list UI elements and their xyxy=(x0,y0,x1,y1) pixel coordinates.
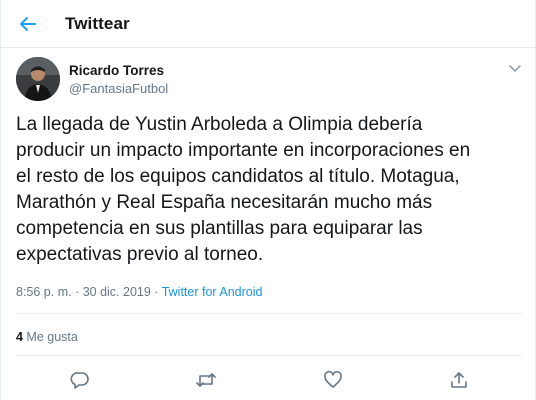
meta-separator: · xyxy=(150,285,162,299)
retweet-icon xyxy=(195,370,217,390)
more-options-button[interactable] xyxy=(506,62,524,76)
reply-button[interactable] xyxy=(68,368,92,392)
reply-icon xyxy=(70,370,90,390)
avatar[interactable] xyxy=(16,57,60,101)
divider xyxy=(16,313,522,314)
like-button[interactable] xyxy=(321,368,345,392)
meta-separator: · xyxy=(71,285,83,299)
author-name[interactable]: Ricardo Torres xyxy=(69,63,164,78)
likes-label: Me gusta xyxy=(22,330,78,344)
share-button[interactable] xyxy=(447,368,471,392)
tweet-source-link[interactable]: Twitter for Android xyxy=(162,285,263,299)
chevron-down-icon xyxy=(509,65,521,73)
page-title: Twittear xyxy=(65,14,130,33)
divider xyxy=(16,355,522,356)
share-icon xyxy=(449,370,469,390)
tweet-text: La llegada de Yustin Arboleda a Olimpia … xyxy=(16,114,471,265)
likes-count: 4 xyxy=(16,330,23,344)
tweet-date[interactable]: 30 dic. 2019 xyxy=(83,285,151,299)
likes-stat[interactable]: 4 Me gusta xyxy=(16,330,78,344)
retweet-button[interactable] xyxy=(194,368,218,392)
arrow-left-icon xyxy=(19,16,37,32)
back-button[interactable] xyxy=(15,12,41,36)
author-handle[interactable]: @FantasiaFutbol xyxy=(69,81,168,96)
header-bar: Twittear xyxy=(1,0,536,48)
tweet-page: Twittear Ricardo Torres @FantasiaFutbol … xyxy=(0,0,536,400)
heart-icon xyxy=(323,370,343,390)
tweet-time[interactable]: 8:56 p. m. xyxy=(16,285,72,299)
tweet-metadata: 8:56 p. m. · 30 dic. 2019 · Twitter for … xyxy=(16,285,262,299)
action-bar xyxy=(1,368,536,394)
